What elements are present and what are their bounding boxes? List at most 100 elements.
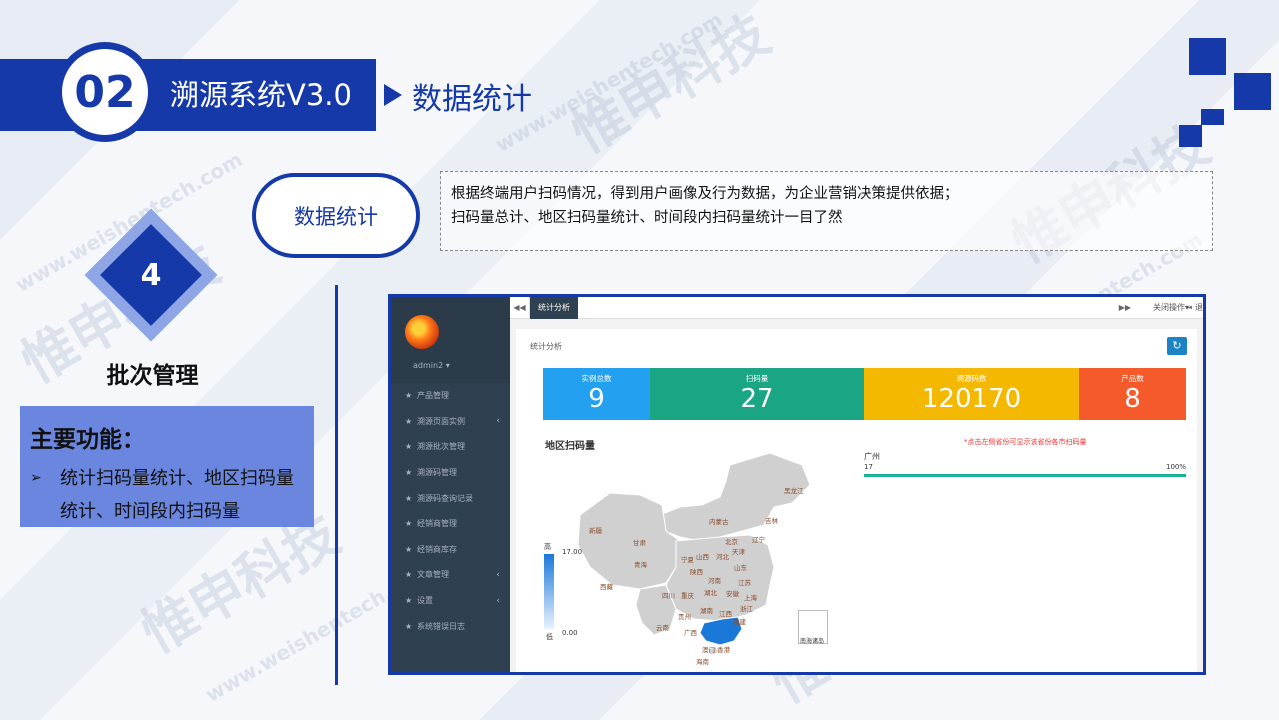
stat-value: 120170	[921, 384, 1022, 414]
tab-scroll-right-button[interactable]: ▶▶	[1119, 297, 1131, 319]
map-label-jiangsu: 江苏	[738, 579, 751, 587]
sidebar-item-label: 溯源页面实例	[417, 416, 465, 426]
sidebar-item[interactable]: ★ 溯源码管理	[391, 460, 510, 486]
feature-box: 主要功能： ➢ 统计扫码量统计、地区扫码量 统计、时间段内扫码量	[20, 406, 314, 527]
legend-high-label: 高	[544, 543, 551, 551]
sidebar-item[interactable]: ★ 溯源页面实例 ‹	[391, 409, 510, 435]
triangle-arrow-icon	[384, 84, 402, 106]
tab-scroll-left-button[interactable]: ◀◀	[510, 297, 530, 319]
module-number-badge: 4	[84, 208, 218, 342]
section-pill: 数据统计	[252, 173, 420, 258]
sidebar-item-label: 文章管理	[417, 570, 449, 580]
map-label-zhejiang: 浙江	[740, 605, 753, 613]
map-label-xianggang: 香港	[717, 646, 730, 654]
ranking-region-name: 广州	[864, 452, 880, 461]
map-region-north	[659, 452, 811, 542]
feature-item: ➢ 统计扫码量统计、地区扫码量	[30, 462, 304, 495]
map-label-neimenggu: 内蒙古	[709, 518, 729, 526]
stat-label: 溯源码数	[956, 374, 987, 383]
module-name: 批次管理	[106, 363, 199, 389]
sidebar-item-label: 设置	[417, 596, 433, 606]
map-label-liaoning: 辽宁	[752, 536, 765, 544]
star-icon: ★	[405, 519, 413, 529]
star-icon: ★	[405, 544, 413, 554]
sidebar-item[interactable]: ★ 文章管理 ‹	[391, 562, 510, 588]
sidebar-item[interactable]: ★ 设置 ‹	[391, 588, 510, 614]
sidebar-item[interactable]: ★ 产品管理	[391, 383, 510, 409]
map-label-qinghai: 青海	[634, 561, 647, 569]
stat-card-scans: 扫码量 27	[650, 368, 864, 420]
stat-card-products: 产品数 8	[1079, 368, 1186, 420]
map-label-tianjin: 天津	[732, 548, 745, 556]
stat-card-codes: 溯源码数 120170	[864, 368, 1079, 420]
close-operations-menu[interactable]: 关闭操作▾	[1153, 297, 1189, 319]
china-map[interactable]	[570, 445, 830, 655]
stat-value: 9	[588, 384, 605, 414]
star-icon: ★	[405, 493, 413, 503]
ranking-percent: 100%	[1165, 463, 1186, 471]
map-label-guangxi: 广西	[684, 629, 697, 637]
module-number: 4	[140, 257, 162, 293]
user-menu[interactable]: admin2 ▾	[413, 361, 450, 370]
header-title: 溯源系统V3.0	[170, 78, 352, 112]
tab-bar: ◀◀ 统计分析 ▶▶ 关闭操作▾ ⇥ 退	[510, 297, 1203, 319]
map-label-anhui: 安徽	[726, 590, 739, 598]
features-title: 主要功能：	[30, 427, 145, 453]
sidebar-item[interactable]: ★ 溯源码查询记录	[391, 485, 510, 511]
ranking-row: 17 100%	[864, 463, 1186, 471]
map-label-shanghai: 上海	[744, 594, 757, 602]
map-label-hunan: 湖南	[700, 607, 713, 615]
sidebar-item-label: 溯源码查询记录	[417, 493, 473, 503]
star-icon: ★	[405, 621, 413, 631]
legend-min-value: 0.00	[562, 629, 578, 637]
map-label-heilongjiang: 黑龙江	[784, 487, 804, 495]
map-label-xinjiang: 新疆	[589, 527, 602, 535]
description-line: 根据终端用户扫码情况，得到用户画像及行为数据，为企业营销决策提供依据；	[451, 186, 959, 202]
ranking-count: 17	[864, 463, 873, 471]
map-label-chongqing: 重庆	[681, 592, 694, 600]
legend-gradient-bar[interactable]	[544, 554, 554, 629]
map-label-xizang: 西藏	[600, 583, 613, 591]
map-region-west	[577, 492, 681, 590]
map-label-gansu: 甘肃	[633, 539, 646, 547]
exit-button[interactable]: ⇥ 退	[1186, 297, 1203, 319]
map-label-hebei: 河北	[716, 553, 729, 561]
refresh-button[interactable]: ↻	[1167, 337, 1187, 355]
map-label-aomen: 澳门	[702, 646, 715, 654]
section-number: 02	[74, 66, 136, 118]
map-label-sichuan: 四川	[662, 592, 675, 600]
star-icon: ★	[405, 391, 413, 401]
description-box: 根据终端用户扫码情况，得到用户画像及行为数据，为企业营销决策提供依据； 扫码量总…	[440, 171, 1213, 251]
star-icon: ★	[405, 416, 413, 426]
sidebar-item-label: 经销商管理	[417, 519, 457, 529]
ranking-bar	[864, 474, 1186, 477]
header-subtitle: 数据统计	[412, 82, 532, 117]
map-label-guizhou: 贵州	[678, 613, 691, 621]
chevron-left-icon: ‹	[496, 416, 500, 427]
sidebar-item-label: 产品管理	[417, 391, 449, 401]
map-label-ningxia: 宁夏	[681, 556, 694, 564]
decor-square-icon	[1201, 109, 1224, 125]
stat-value: 8	[1124, 384, 1141, 414]
sidebar-profile: admin2 ▾	[391, 297, 510, 383]
sidebar-item[interactable]: ★ 系统错误日志	[391, 613, 510, 639]
sidebar: admin2 ▾ ★ 产品管理 ★ 溯源页面实例 ‹ ★ 溯源批次管理 ★ 溯源码管理 ★ 溯源码查…	[391, 297, 510, 672]
tab-statistics[interactable]: 统计分析	[530, 297, 578, 319]
section-number-badge: 02	[55, 42, 155, 142]
sidebar-item[interactable]: ★ 溯源批次管理	[391, 434, 510, 460]
sidebar-item[interactable]: ★ 经销商库存	[391, 537, 510, 563]
sidebar-item[interactable]: ★ 经销商管理	[391, 511, 510, 537]
statistics-panel: 统计分析 ↻ 实例总数 9 扫码量 27 溯源码数 120170 产品数 8 地…	[516, 329, 1197, 672]
map-label-beijing: 北京	[725, 538, 738, 546]
region-ranking: 广州 17 100%	[864, 451, 1186, 477]
map-label-fujian: 福建	[733, 618, 746, 626]
avatar[interactable]	[405, 315, 439, 349]
divider	[335, 285, 338, 685]
sidebar-item-label: 经销商库存	[417, 544, 457, 554]
sidebar-menu: ★ 产品管理 ★ 溯源页面实例 ‹ ★ 溯源批次管理 ★ 溯源码管理 ★ 溯源码查询记录 ★ 经销商管理…	[391, 383, 510, 639]
stat-card-instances: 实例总数 9	[543, 368, 650, 420]
sidebar-item-label: 系统错误日志	[417, 621, 465, 631]
panel-title: 统计分析	[530, 342, 562, 351]
stat-cards: 实例总数 9 扫码量 27 溯源码数 120170 产品数 8	[543, 368, 1186, 420]
map-label-hainan: 海南	[696, 658, 709, 666]
